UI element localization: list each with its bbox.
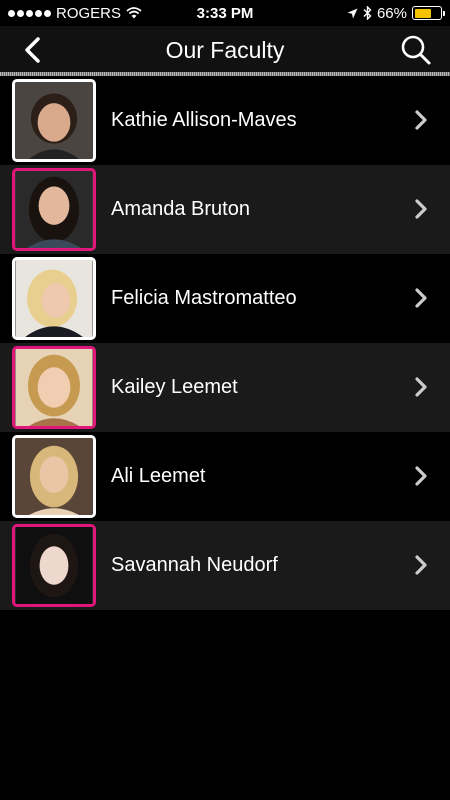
battery-level xyxy=(414,8,431,18)
chevron-right-icon xyxy=(415,555,427,575)
faculty-row[interactable]: Kathie Allison-Maves xyxy=(0,76,450,165)
portrait-photo xyxy=(15,438,93,515)
location-arrow-icon xyxy=(347,8,358,18)
battery-percent: 66% xyxy=(376,4,407,22)
faculty-name: Ali Leemet xyxy=(111,465,206,487)
nav-bar: Our Faculty xyxy=(0,26,450,74)
chevron-right-icon xyxy=(415,288,427,308)
status-right: 66% xyxy=(347,4,445,22)
wifi-icon xyxy=(126,7,142,19)
faculty-name: Kailey Leemet xyxy=(111,376,238,398)
avatar xyxy=(12,79,96,162)
avatar xyxy=(12,524,96,607)
avatar xyxy=(12,346,96,429)
faculty-row[interactable]: Amanda Bruton xyxy=(0,165,450,254)
chevron-right-icon xyxy=(415,377,427,397)
chevron-left-icon[interactable] xyxy=(20,36,46,64)
chevron-right-icon xyxy=(415,199,427,219)
faculty-name: Kathie Allison-Maves xyxy=(111,109,297,131)
faculty-name: Amanda Bruton xyxy=(111,198,250,220)
carrier-label: ROGERS xyxy=(56,4,122,22)
chevron-right-icon xyxy=(415,466,427,486)
portrait-photo xyxy=(15,527,93,604)
signal-strength-icon xyxy=(8,9,51,17)
faculty-row[interactable]: Savannah Neudorf xyxy=(0,521,450,610)
faculty-list: Kathie Allison-Maves Amanda Bruton Felic… xyxy=(0,76,450,610)
faculty-name: Savannah Neudorf xyxy=(111,554,278,576)
portrait-photo xyxy=(15,260,93,337)
status-bar: ROGERS 3:33 PM 66% xyxy=(0,0,450,26)
portrait-photo xyxy=(15,82,93,159)
faculty-row[interactable]: Ali Leemet xyxy=(0,432,450,521)
bluetooth-icon xyxy=(363,6,372,20)
faculty-row[interactable]: Felicia Mastromatteo xyxy=(0,254,450,343)
battery-icon xyxy=(412,6,445,20)
avatar xyxy=(12,168,96,251)
portrait-photo xyxy=(15,171,93,248)
avatar xyxy=(12,257,96,340)
status-left: ROGERS xyxy=(8,5,142,22)
search-icon[interactable] xyxy=(400,34,432,66)
chevron-right-icon xyxy=(415,110,427,130)
faculty-name: Felicia Mastromatteo xyxy=(111,287,297,309)
page-title: Our Faculty xyxy=(165,36,285,63)
faculty-row[interactable]: Kailey Leemet xyxy=(0,343,450,432)
avatar xyxy=(12,435,96,518)
portrait-photo xyxy=(15,349,93,426)
